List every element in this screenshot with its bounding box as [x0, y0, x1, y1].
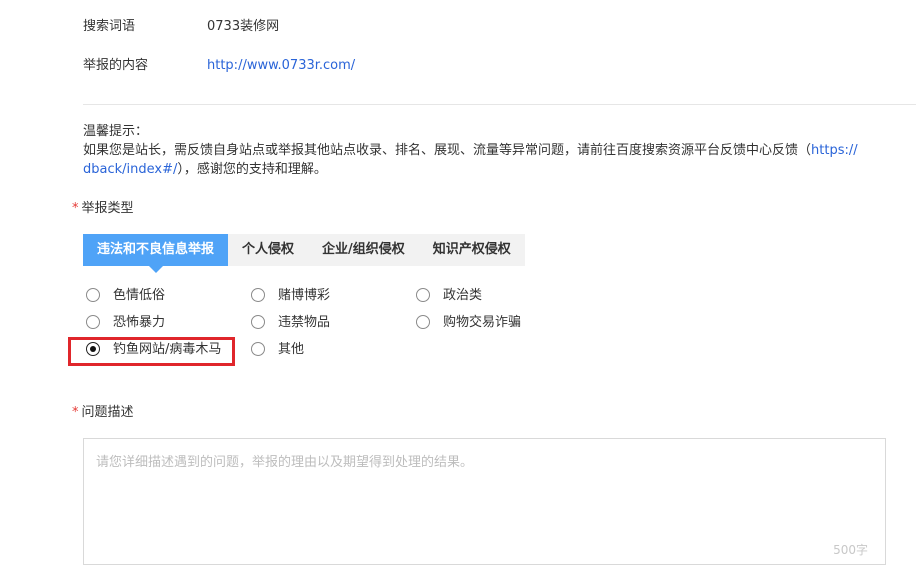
content-url-link[interactable]: http://www.0733r.com/	[207, 56, 355, 76]
description-label-text: 问题描述	[81, 405, 134, 420]
radio-circle[interactable]	[251, 315, 265, 329]
tab-organization-infringement[interactable]: 企业/组织侵权	[308, 234, 419, 266]
radio-circle[interactable]	[86, 288, 100, 302]
radio-label: 色情低俗	[113, 288, 166, 303]
radio-circle[interactable]	[251, 342, 265, 356]
keyword-label: 搜索词语	[83, 19, 136, 34]
report-type-label: * 举报类型	[72, 199, 134, 219]
tip-line-2: dback/index#/），感谢您的支持和理解。	[83, 160, 916, 179]
report-form-page: 搜索词语 0733装修网 举报的内容 http://www.0733r.com/…	[0, 0, 916, 571]
tip-line-1: 如果您是站长，需反馈自身站点或举报其他站点收录、排名、展现、流量等异常问题，请前…	[83, 141, 916, 160]
tab-ip-infringement[interactable]: 知识产权侵权	[419, 234, 525, 266]
radio-circle[interactable]	[416, 315, 430, 329]
radio-label: 赌博博彩	[278, 288, 331, 303]
radio-circle[interactable]	[86, 315, 100, 329]
report-type-label-text: 举报类型	[81, 201, 134, 216]
content-label: 举报的内容	[83, 58, 149, 73]
warm-tip: 温馨提示： 如果您是站长，需反馈自身站点或举报其他站点收录、排名、展现、流量等异…	[83, 122, 916, 179]
required-star: *	[72, 201, 79, 216]
selection-highlight-box	[68, 337, 235, 366]
tip-feedback-link[interactable]: https://	[811, 143, 858, 158]
radio-label: 恐怖暴力	[113, 315, 166, 330]
radio-circle[interactable]	[251, 288, 265, 302]
required-star: *	[72, 405, 79, 420]
tip-line-1-text: 如果您是站长，需反馈自身站点或举报其他站点收录、排名、展现、流量等异常问题，请前…	[83, 143, 812, 158]
radio-label: 政治类	[443, 288, 483, 303]
radio-label: 购物交易诈骗	[443, 315, 522, 330]
keyword-value: 0733装修网	[207, 19, 280, 34]
radio-label: 违禁物品	[278, 315, 331, 330]
tip-title: 温馨提示：	[83, 124, 149, 139]
char-counter: 500字	[833, 543, 868, 557]
description-placeholder: 请您详细描述遇到的问题，举报的理由以及期望得到处理的结果。	[96, 455, 474, 470]
description-textarea[interactable]: 请您详细描述遇到的问题，举报的理由以及期望得到处理的结果。 500字	[83, 438, 886, 565]
report-type-tabs: 违法和不良信息举报 个人侵权 企业/组织侵权 知识产权侵权	[83, 234, 525, 273]
tab-illegal-info[interactable]: 违法和不良信息举报	[83, 234, 229, 273]
tip-feedback-link-cont[interactable]: dback/index#/	[83, 162, 177, 177]
description-label: * 问题描述	[72, 403, 134, 423]
tip-line-2-text: ），感谢您的支持和理解。	[177, 162, 327, 177]
radio-circle[interactable]	[416, 288, 430, 302]
tab-personal-infringement[interactable]: 个人侵权	[228, 234, 308, 266]
divider	[83, 104, 916, 105]
radio-label: 其他	[278, 342, 305, 357]
